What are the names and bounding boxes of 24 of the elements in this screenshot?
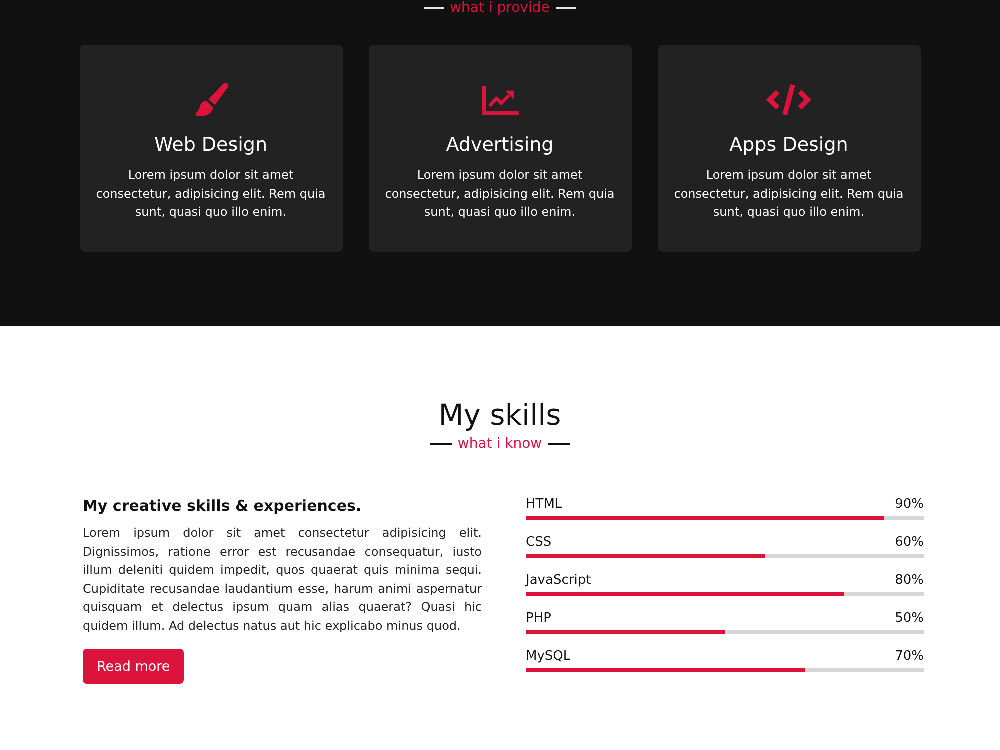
card-title: Advertising xyxy=(446,133,554,157)
skill-percent: 80% xyxy=(895,572,924,589)
card-description: Lorem ipsum dolor sit amet consectetur, adipisicing elit. Rem quia sunt, quasi quo illo enim. xyxy=(384,167,616,221)
skill-name: CSS xyxy=(526,534,552,551)
code-icon xyxy=(766,83,812,117)
read-more-button[interactable]: Read more xyxy=(83,649,184,684)
card-description: Lorem ipsum dolor sit amet consectetur, adipisicing elit. Rem quia sunt, quasi quo illo enim. xyxy=(95,167,327,221)
card-title: Web Design xyxy=(154,133,268,157)
skills-heading: My creative skills & experiences. xyxy=(83,496,362,516)
skill-name: JavaScript xyxy=(526,572,592,589)
chart-line-icon xyxy=(482,86,518,114)
section-title: My skills xyxy=(438,398,562,432)
skill-percent: 70% xyxy=(895,648,924,665)
card-title: Apps Design xyxy=(730,133,848,157)
card-description: Lorem ipsum dolor sit amet consectetur, adipisicing elit. Rem quia sunt, quasi quo illo enim. xyxy=(673,167,905,221)
skill-name: HTML xyxy=(526,496,562,513)
section-subtitle: what i know xyxy=(458,436,542,452)
skill-name: PHP xyxy=(526,610,552,627)
skill-percent: 90% xyxy=(895,496,924,513)
section-subtitle: what i provide xyxy=(450,0,550,16)
skill-name: MySQL xyxy=(526,648,571,665)
skill-percent: 60% xyxy=(895,534,924,551)
skills-paragraph: Lorem ipsum dolor sit amet consectetur adipisicing elit. Dignissimos, ratione error est recusandae consequatur, iusto illum deleniti quidem impedit, quos quaerat quis minima sequi. Cupiditate recusandae laudantium esse, harum animi aspernatur quisquam et delectus ipsum quam alias quaerat? Quasi hic quidem illum. Ad delectus natus aut hic explicabo minus quod. xyxy=(83,525,482,634)
skill-percent: 50% xyxy=(895,610,924,627)
